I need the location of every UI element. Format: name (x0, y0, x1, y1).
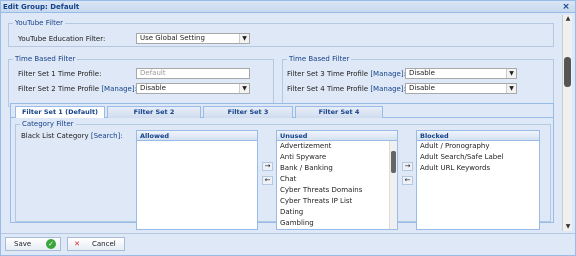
tab-strip: Filter Set 1 (Default) Filter Set 2 Filt… (11, 104, 553, 118)
list-item[interactable]: Cyber Threats Domains (277, 185, 397, 196)
list-item[interactable]: Bank / Banking (277, 163, 397, 174)
list-item[interactable]: Cyber Threats IP List (277, 196, 397, 207)
youtube-education-select[interactable]: Use Global Setting ▼ (136, 33, 250, 44)
list-item[interactable]: Adult URL Keywords (417, 163, 539, 174)
time-filter-left-fieldset: Time Based Filter Filter Set 1 Time Prof… (8, 55, 274, 107)
time-filter-right-fieldset: Time Based Filter Filter Set 3 Time Prof… (282, 55, 554, 107)
scroll-down-icon[interactable]: ▼ (563, 223, 573, 231)
blocked-list: Adult / Pronography Adult Search/Safe Lab… (417, 141, 539, 174)
filter-set-2-manage-link[interactable]: [Manage]: (101, 85, 137, 93)
save-button[interactable]: Save ✓ (5, 237, 61, 251)
move-right-icon[interactable]: → (402, 162, 413, 171)
filter-set-4-label: Filter Set 4 Time Profile [Manage]: (287, 85, 406, 93)
chevron-down-icon: ▼ (239, 84, 249, 93)
filter-set-4-value: Disable (409, 84, 435, 92)
filter-set-3-label: Filter Set 3 Time Profile [Manage]: (287, 70, 406, 78)
filter-set-1-input[interactable]: Default (136, 68, 250, 79)
move-right-icon[interactable]: → (262, 162, 273, 171)
cancel-label: Cancel (92, 240, 116, 248)
list-item[interactable]: Anti Spyware (277, 152, 397, 163)
youtube-filter-legend: YouTube Filter (15, 19, 64, 27)
unused-list-scroll-thumb[interactable] (391, 151, 396, 173)
scroll-up-icon[interactable]: ▲ (563, 15, 573, 23)
filter-set-1-placeholder: Default (140, 69, 166, 77)
move-left-icon[interactable]: ← (402, 176, 413, 185)
list-item[interactable]: Adult / Pronography (417, 141, 539, 152)
move-left-icon[interactable]: ← (262, 176, 273, 185)
tab-filter-set-2[interactable]: Filter Set 2 (107, 106, 201, 118)
close-icon[interactable]: × (561, 2, 571, 12)
list-item[interactable]: Gambling (277, 218, 397, 229)
category-filter-fieldset: Category Filter Black List Category [Sea… (15, 120, 551, 230)
chevron-down-icon: ▼ (506, 84, 516, 93)
black-list-category-label: Black List Category [Search]: (21, 132, 123, 140)
form-content: YouTube Filter YouTube Education Filter:… (4, 15, 562, 231)
list-item[interactable]: Chat (277, 174, 397, 185)
black-list-category-text: Black List Category (21, 132, 89, 140)
save-label: Save (14, 240, 32, 248)
filter-set-tabpanel: Filter Set 1 (Default) Filter Set 2 Filt… (10, 103, 554, 230)
time-filter-left-legend: Time Based Filter (15, 55, 76, 63)
filter-set-1-label: Filter Set 1 Time Profile: (18, 70, 102, 78)
unused-listbox[interactable]: Unused Advertizement Anti Spyware Bank / B… (276, 130, 398, 230)
filter-set-4-label-text: Filter Set 4 Time Profile (287, 85, 369, 93)
filter-set-4-select[interactable]: Disable ▼ (405, 83, 517, 94)
filter-set-2-select[interactable]: Disable ▼ (136, 83, 250, 94)
unused-header: Unused (277, 131, 397, 141)
allowed-header: Allowed (137, 131, 257, 141)
tab-filter-set-1[interactable]: Filter Set 1 (Default) (15, 106, 105, 118)
tab-body: Category Filter Black List Category [Sea… (11, 118, 553, 230)
window-title: Edit Group: Default (3, 3, 80, 11)
filter-set-3-manage-link[interactable]: [Manage]: (370, 70, 406, 78)
footer-toolbar: Save ✓ ✕ Cancel (1, 233, 575, 255)
allowed-listbox[interactable]: Allowed (136, 130, 258, 230)
filter-set-4-manage-link[interactable]: [Manage]: (370, 85, 406, 93)
time-filter-right-legend: Time Based Filter (289, 55, 350, 63)
youtube-education-label: YouTube Education Filter: (18, 35, 106, 43)
list-item[interactable]: Adult Search/Safe Label (417, 152, 539, 163)
list-item[interactable]: Dating (277, 207, 397, 218)
window-titlebar: Edit Group: Default × (1, 1, 575, 13)
edit-group-window: Edit Group: Default × YouTube Filter You… (0, 0, 576, 256)
window-scroll-thumb[interactable] (564, 57, 571, 87)
filter-set-3-value: Disable (409, 69, 435, 77)
blocked-listbox[interactable]: Blocked Adult / Pronography Adult Search/… (416, 130, 540, 230)
blocked-header: Blocked (417, 131, 539, 141)
chevron-down-icon: ▼ (239, 34, 249, 43)
window-scrollbar[interactable]: ▲ ▼ (562, 15, 572, 231)
tab-filter-set-4[interactable]: Filter Set 4 (295, 106, 383, 118)
filter-set-3-select[interactable]: Disable ▼ (405, 68, 517, 79)
cancel-button[interactable]: ✕ Cancel (67, 237, 125, 251)
category-filter-legend: Category Filter (22, 120, 74, 128)
chevron-down-icon: ▼ (506, 69, 516, 78)
category-search-link[interactable]: [Search]: (91, 132, 123, 140)
list-item[interactable]: Advertizement (277, 141, 397, 152)
youtube-filter-fieldset: YouTube Filter YouTube Education Filter:… (8, 19, 554, 47)
cancel-icon: ✕ (74, 240, 80, 248)
unused-list-scrollbar[interactable] (389, 141, 397, 229)
filter-set-3-label-text: Filter Set 3 Time Profile (287, 70, 369, 78)
filter-set-2-label-text: Filter Set 2 Time Profile (18, 85, 100, 93)
youtube-education-value: Use Global Setting (140, 34, 205, 42)
filter-set-2-value: Disable (140, 84, 166, 92)
filter-set-2-label: Filter Set 2 Time Profile [Manage]: (18, 85, 137, 93)
unused-list: Advertizement Anti Spyware Bank / Banking C… (277, 141, 397, 229)
tab-filter-set-3[interactable]: Filter Set 3 (203, 106, 293, 118)
check-icon: ✓ (46, 239, 56, 249)
